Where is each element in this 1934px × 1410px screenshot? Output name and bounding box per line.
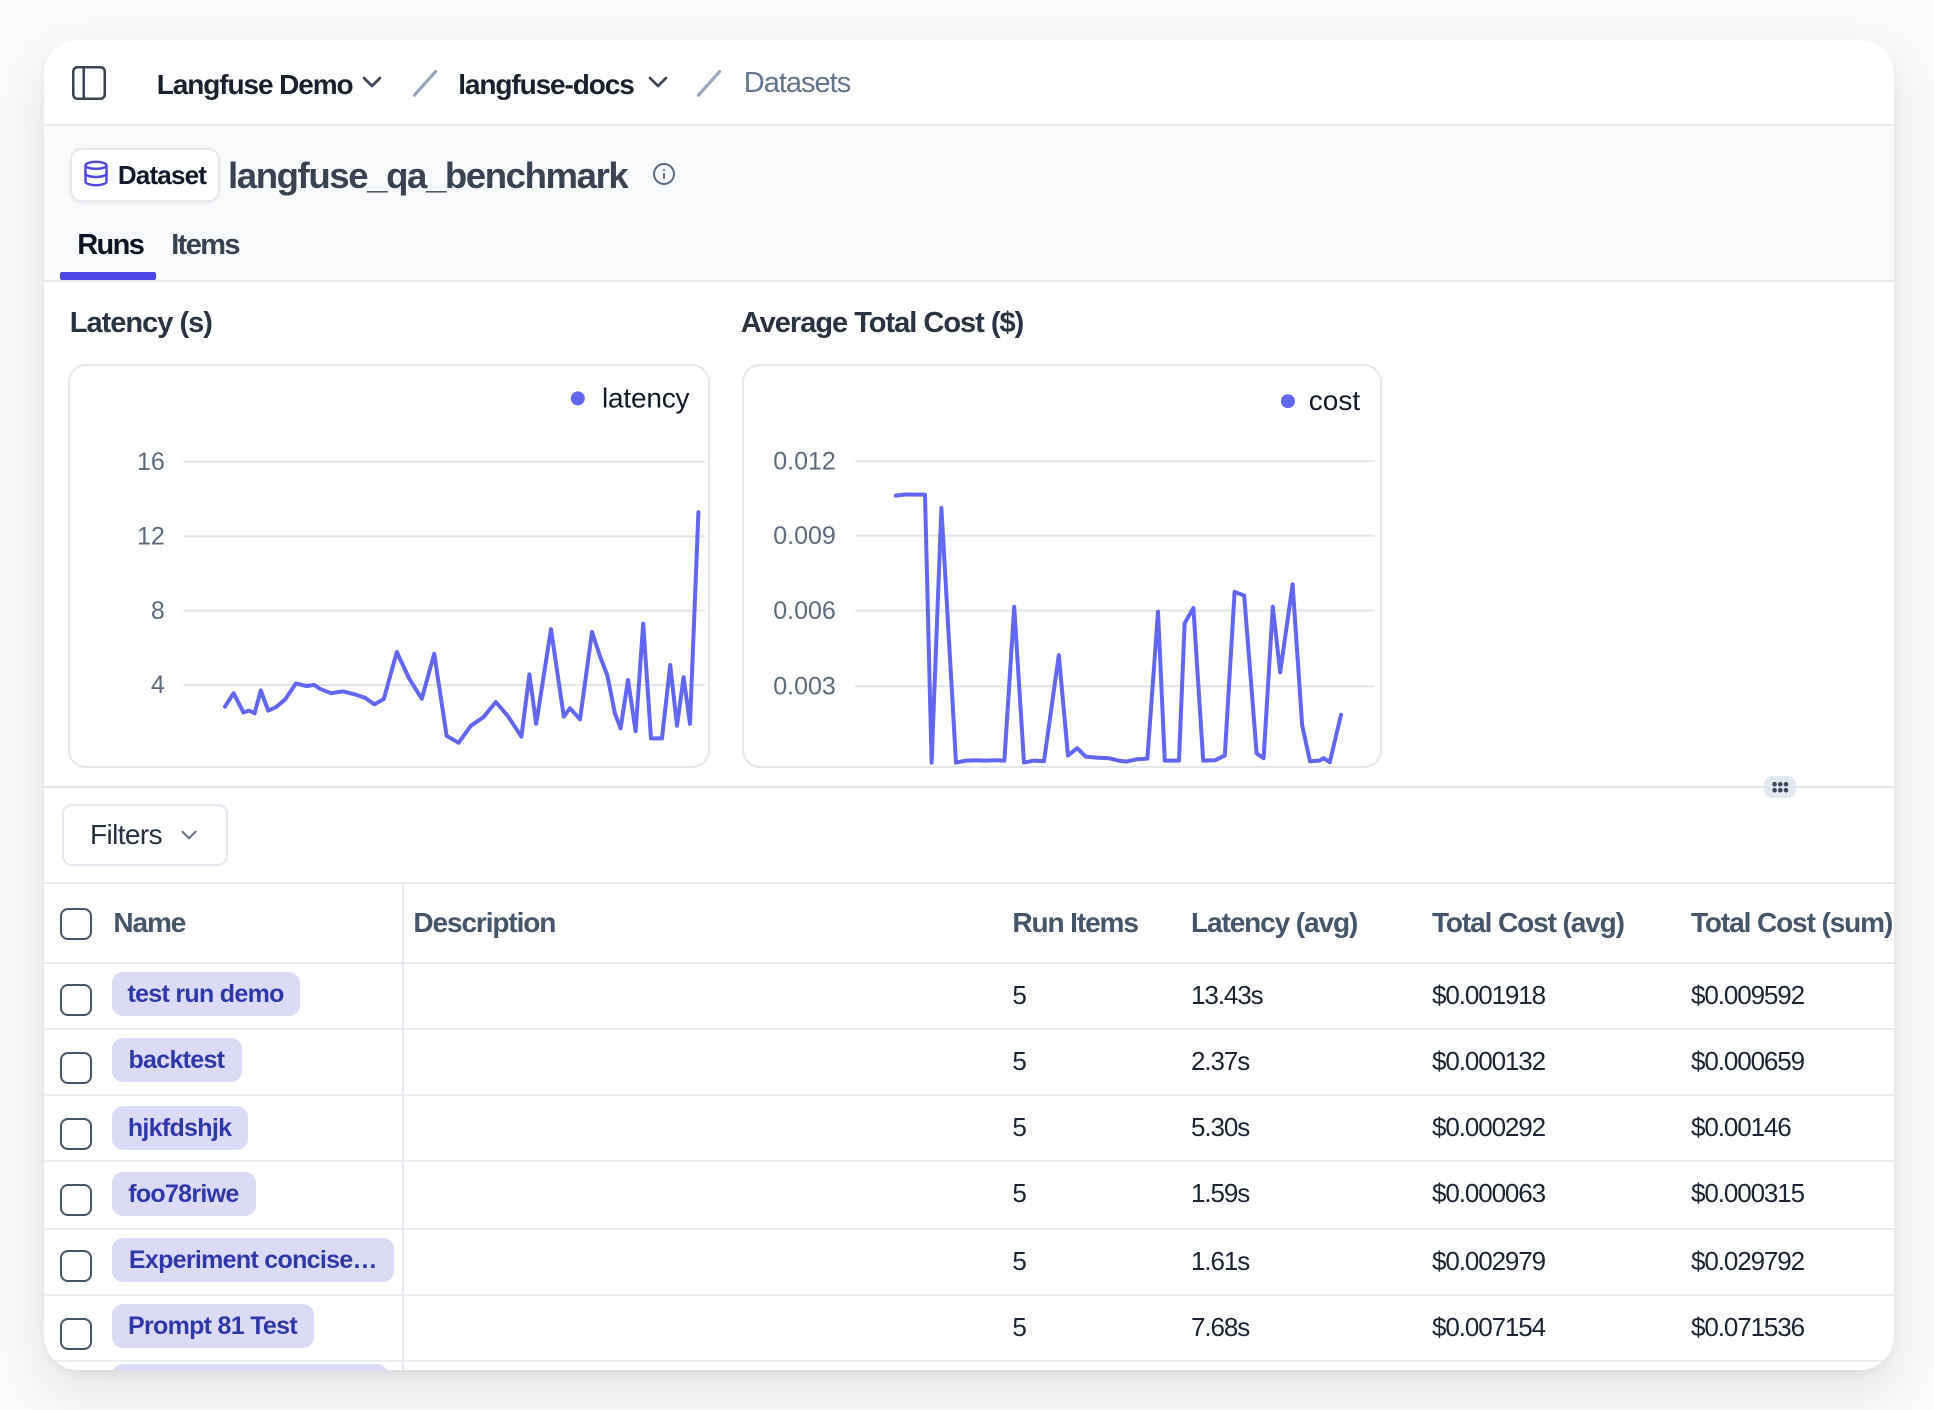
svg-text:cost: cost — [1309, 384, 1361, 415]
svg-text:0.006: 0.006 — [773, 596, 836, 624]
svg-text:8: 8 — [151, 597, 165, 625]
svg-text:12: 12 — [137, 522, 165, 550]
svg-text:4: 4 — [151, 671, 165, 699]
svg-text:16: 16 — [137, 448, 165, 476]
svg-text:0.012: 0.012 — [773, 447, 836, 475]
svg-text:0.003: 0.003 — [773, 672, 836, 700]
svg-text:0.009: 0.009 — [773, 521, 836, 549]
svg-text:latency: latency — [602, 382, 690, 413]
